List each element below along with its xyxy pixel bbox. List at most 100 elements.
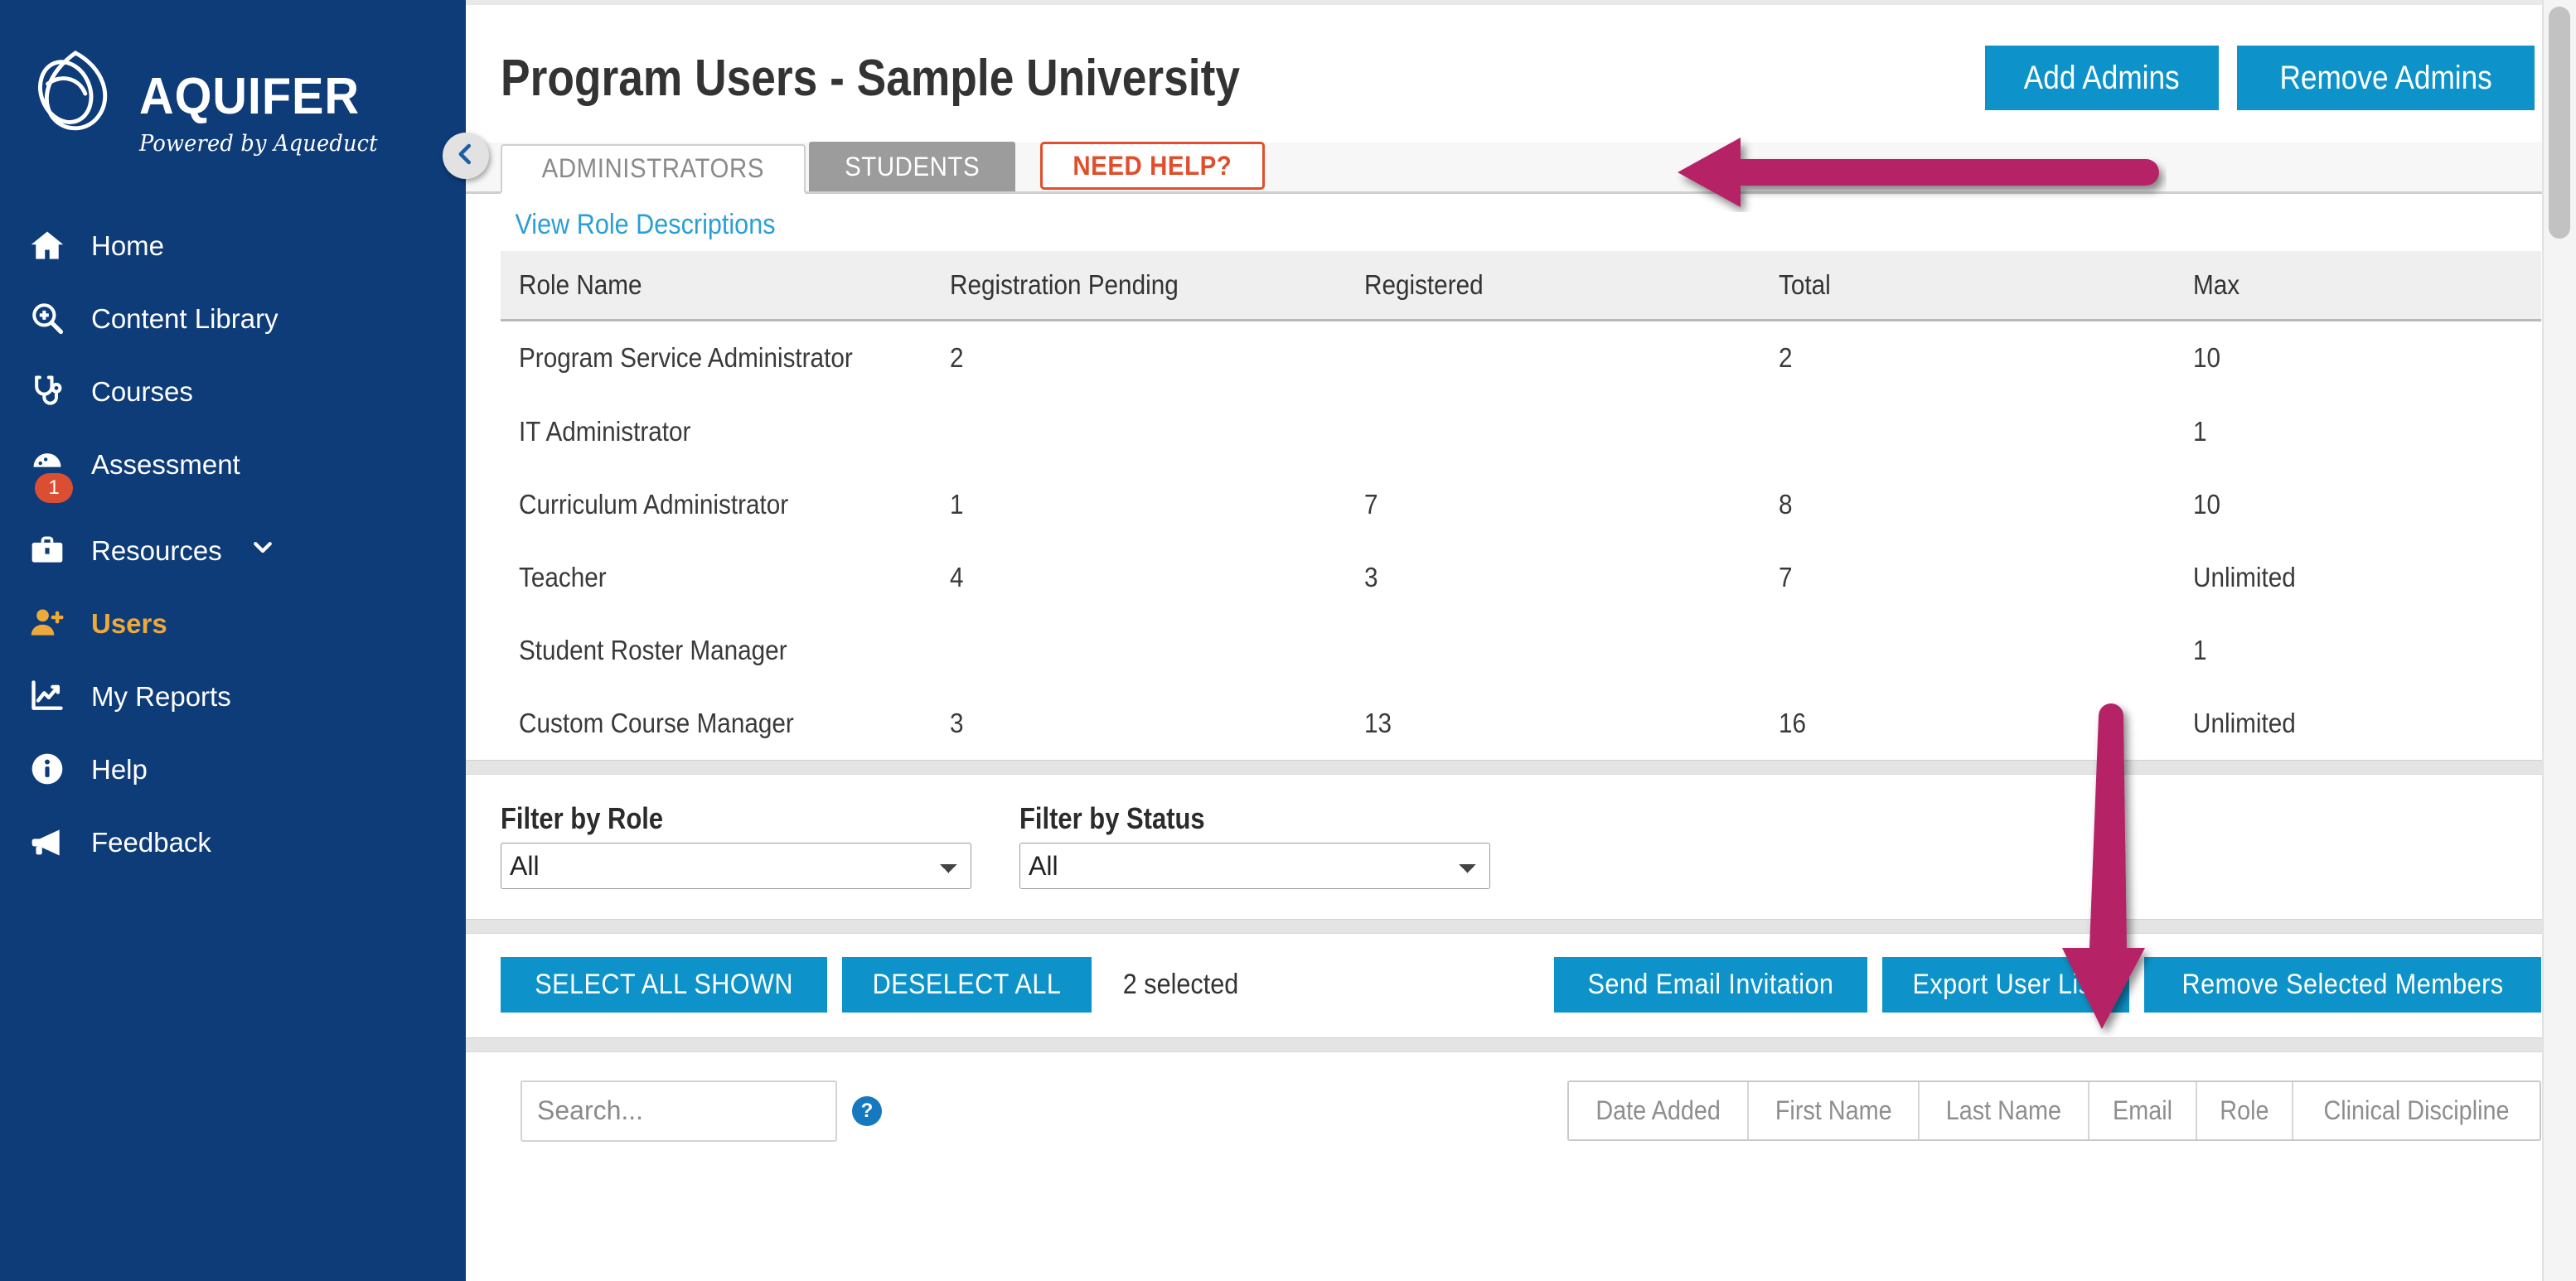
cell-registered [1346, 321, 1760, 395]
cell-text: Custom Course Manager [519, 708, 794, 739]
brand-logo[interactable]: AQUIFER Powered by Aqueduct [0, 28, 466, 191]
scrollbar-thumb[interactable] [2549, 7, 2570, 239]
cell-max: 10 [2175, 321, 2541, 395]
user-column-headers: Date Added First Name Last Name Email Ro… [1567, 1080, 2541, 1141]
remove-selected-members-button[interactable]: Remove Selected Members [2144, 957, 2541, 1013]
cell-text: 1 [2193, 635, 2207, 666]
select-all-shown-button[interactable]: SELECT ALL SHOWN [501, 957, 827, 1013]
remove-admins-button[interactable]: Remove Admins [2237, 46, 2535, 110]
filters-section: Filter by Role All Filter by Status All [466, 775, 2576, 919]
vertical-scrollbar[interactable] [2543, 0, 2576, 1281]
cell-max: 1 [2175, 614, 2541, 687]
tab-label: NEED HELP? [1073, 151, 1232, 181]
assessment-badge-count: 1 [35, 473, 73, 503]
cell-total: 8 [1760, 468, 2175, 541]
tab-students[interactable]: STUDENTS [809, 142, 1015, 191]
column-label: Clinical Discipline [2323, 1095, 2509, 1126]
label-text: Filter by Role [501, 801, 663, 836]
column-header-last-name[interactable]: Last Name [1920, 1082, 2089, 1139]
question-mark-circle-icon[interactable]: ? [852, 1096, 882, 1126]
aquifer-leaf-logo-icon [28, 46, 126, 144]
column-header-first-name[interactable]: First Name [1749, 1082, 1920, 1139]
column-header-role-name[interactable]: Role Name [501, 251, 932, 321]
sidebar-item-assessment[interactable]: 1 Assessment [0, 428, 466, 500]
cell-registered [1346, 395, 1760, 468]
sidebar-item-feedback[interactable]: Feedback [0, 805, 466, 878]
column-header-role[interactable]: Role [2197, 1082, 2293, 1139]
button-label: Send Email Invitation [1588, 969, 1834, 1001]
help-icon-label: ? [861, 1100, 874, 1123]
export-user-list-button[interactable]: Export User List [1882, 957, 2129, 1013]
chevron-down-icon[interactable] [250, 534, 275, 566]
sidebar-item-resources[interactable]: Resources [0, 514, 466, 587]
table-header-row: Role Name Registration Pending Registere… [501, 251, 2541, 321]
filter-by-role-label: Filter by Role [501, 801, 971, 836]
cell-registration-pending [932, 614, 1346, 687]
sidebar-item-help[interactable]: Help [0, 732, 466, 805]
view-role-descriptions-label: View Role Descriptions [515, 209, 775, 241]
button-label: SELECT ALL SHOWN [535, 969, 793, 1001]
cell-text: 3 [1364, 562, 1378, 593]
tab-label: STUDENTS [845, 152, 980, 182]
view-role-descriptions-link[interactable]: View Role Descriptions [501, 194, 790, 251]
add-admins-button[interactable]: Add Admins [1985, 46, 2218, 110]
megaphone-icon [28, 823, 66, 861]
gauge-icon: 1 [28, 445, 66, 483]
sidebar-item-content-library[interactable]: Content Library [0, 282, 466, 355]
cell-text: Program Service Administrator [519, 340, 853, 377]
column-label: Total [1779, 269, 1831, 301]
cell-text: 2 [1779, 342, 1793, 374]
deselect-all-button[interactable]: DESELECT ALL [842, 957, 1092, 1013]
roles-table-body: Program Service Administrator 2 2 10 IT … [501, 321, 2541, 760]
brand-tagline: Powered by Aqueduct [139, 131, 378, 157]
user-plus-icon [28, 604, 66, 642]
column-header-registered[interactable]: Registered [1346, 251, 1760, 321]
sidebar-item-label: Feedback [91, 829, 211, 856]
sidebar-item-label: Assessment [91, 451, 240, 478]
sidebar-item-my-reports[interactable]: My Reports [0, 660, 466, 732]
cell-role-name: Program Service Administrator [501, 321, 932, 395]
table-row: Program Service Administrator 2 2 10 [501, 321, 2541, 395]
add-admins-label: Add Admins [2024, 57, 2180, 99]
sidebar-item-home[interactable]: Home [0, 209, 466, 282]
filter-by-role-select[interactable]: All [501, 843, 971, 889]
column-label: Last Name [1946, 1095, 2061, 1126]
roles-panel: View Role Descriptions Role Name Registr… [466, 194, 2576, 760]
column-label: Role [2220, 1095, 2269, 1126]
sidebar-item-courses[interactable]: Courses [0, 355, 466, 428]
right-action-buttons: Send Email Invitation Export User List R… [1554, 957, 2541, 1013]
cell-text: 10 [2193, 342, 2220, 374]
column-header-registration-pending[interactable]: Registration Pending [932, 251, 1346, 321]
cell-total [1760, 395, 2175, 468]
cell-registered: 13 [1346, 687, 1760, 760]
bulk-actions-row: SELECT ALL SHOWN DESELECT ALL 2 selected… [466, 934, 2576, 1037]
brand-name: AQUIFER [139, 71, 373, 123]
cell-max: Unlimited [2175, 541, 2541, 614]
main-content: Program Users - Sample University Add Ad… [466, 0, 2576, 1281]
remove-admins-label: Remove Admins [2279, 57, 2491, 99]
table-row: Custom Course Manager 3 13 16 Unlimited [501, 687, 2541, 760]
cell-text: 7 [1779, 562, 1793, 593]
column-header-total[interactable]: Total [1760, 251, 2175, 321]
tab-need-help[interactable]: NEED HELP? [1040, 142, 1265, 190]
cell-registration-pending [932, 395, 1346, 468]
tab-administrators[interactable]: ADMINISTRATORS [501, 144, 806, 194]
sidebar-item-users[interactable]: Users [0, 587, 466, 660]
cell-text: 8 [1779, 489, 1793, 520]
column-label: Registration Pending [950, 269, 1179, 301]
cell-total: 16 [1760, 687, 2175, 760]
search-input[interactable] [521, 1080, 837, 1142]
cell-registration-pending: 1 [932, 468, 1346, 541]
search-area: ? [521, 1080, 882, 1142]
column-header-max[interactable]: Max [2175, 251, 2541, 321]
sidebar-collapse-toggle[interactable] [443, 133, 489, 179]
cell-registration-pending: 3 [932, 687, 1346, 760]
column-header-date-added[interactable]: Date Added [1569, 1082, 1749, 1139]
table-row: Teacher 4 3 7 Unlimited [501, 541, 2541, 614]
column-header-clinical-discipline[interactable]: Clinical Discipline [2293, 1082, 2540, 1139]
filter-by-status-select[interactable]: All [1019, 843, 1490, 889]
home-icon [28, 226, 66, 264]
sidebar-item-label: Home [91, 232, 164, 259]
send-email-invitation-button[interactable]: Send Email Invitation [1554, 957, 1867, 1013]
column-header-email[interactable]: Email [2089, 1082, 2197, 1139]
